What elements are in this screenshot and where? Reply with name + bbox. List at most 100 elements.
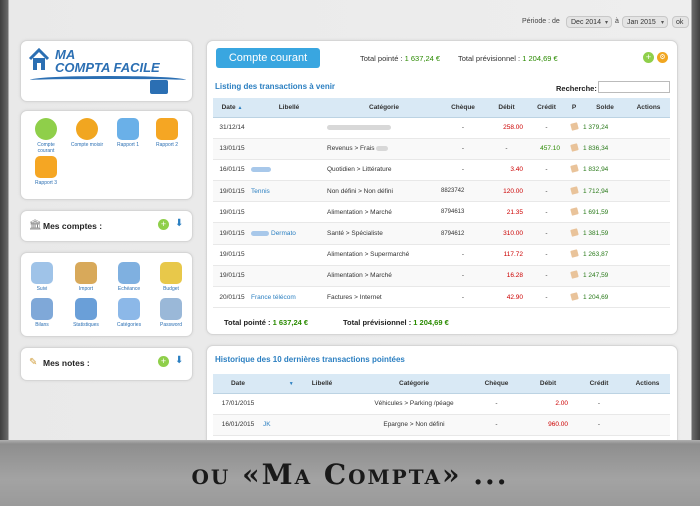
chart-icon <box>31 262 53 284</box>
col-categorie[interactable]: Catégorie <box>358 374 470 394</box>
col-date[interactable]: Date <box>213 374 263 394</box>
tool-categories[interactable]: Catégories <box>113 298 145 328</box>
col-p[interactable]: P <box>565 98 583 118</box>
table-header-row: Date ▲ Libellé Catégorie Chèque Débit Cr… <box>213 98 670 118</box>
compte-moisir-tile[interactable]: Compte moisir <box>70 118 104 148</box>
history-header-row: Date ▼ Libellé Catégorie Chèque Débit Cr… <box>213 374 670 394</box>
mes-notes-title: Mes notes : <box>43 358 90 368</box>
house-icon <box>28 47 50 72</box>
tool-bilans[interactable]: Bilans <box>26 298 58 328</box>
upcoming-transactions-table: Date ▲ Libellé Catégorie Chèque Débit Cr… <box>213 98 670 309</box>
footer-total-pointe: Total pointé : 1 637,24 € <box>224 318 309 327</box>
blurred-text <box>251 167 271 173</box>
rapport-2-tile[interactable]: Rapport 2 <box>150 118 184 148</box>
col-credit[interactable]: Crédit <box>528 98 565 118</box>
table-row[interactable]: 16/01/2015 JK Epargne > Non défini -960.00- <box>213 414 670 436</box>
point-icon <box>569 228 579 237</box>
key-icon <box>160 298 182 320</box>
folder-orange-icon <box>35 156 57 178</box>
search-label: Recherche: <box>556 84 597 93</box>
search-input[interactable] <box>598 81 670 93</box>
tool-echeance[interactable]: Echéance <box>113 262 145 292</box>
listing-title: Listing des transactions à venir <box>215 82 336 91</box>
table-row[interactable]: 20/01/15 France télécom Factures > Interne… <box>213 286 670 309</box>
point-icon <box>569 164 579 174</box>
col-debit[interactable]: Débit <box>523 374 573 394</box>
period-from-select[interactable]: Dec 2014 ▾ <box>566 16 612 28</box>
table-row[interactable]: 19/01/15 Alimentation > Marché -16.28-1 24… <box>213 265 670 288</box>
notes-icon: ✎ <box>29 357 38 368</box>
header-total-pointe: Total pointé : 1 637,24 € <box>360 54 441 63</box>
table-row[interactable]: 17/01/2015 Véhicules > Parking /péage -2.0… <box>213 393 670 415</box>
ledger-icon <box>31 298 53 320</box>
blurred-text <box>327 124 391 130</box>
col-actions: Actions <box>627 98 670 118</box>
mes-comptes-title: Mes comptes : <box>43 221 103 231</box>
table-row[interactable]: 19/01/15 Dermato Santé > Spécialiste 879461… <box>213 222 670 245</box>
add-note-icon[interactable]: + <box>158 356 169 367</box>
point-icon <box>569 185 579 195</box>
table-row[interactable]: 19/01/15 Alimentation > Marché 8794613 21.3… <box>213 201 670 224</box>
rapport-3-tile[interactable]: Rapport 3 <box>29 156 63 186</box>
period-from-value: Dec 2014 <box>571 19 601 26</box>
money-bag-icon <box>76 118 98 140</box>
download-icon[interactable]: ⬇ <box>175 355 183 366</box>
col-actions: Actions <box>625 374 670 394</box>
header-total-prev: Total prévisionnel : 1 204,69 € <box>458 54 558 63</box>
period-to-select[interactable]: Jan 2015 ▾ <box>622 16 668 28</box>
pie-chart-icon <box>75 298 97 320</box>
col-solde[interactable]: Solde <box>583 98 627 118</box>
sort-desc-icon: ▼ <box>288 380 294 387</box>
table-row[interactable]: 13/01/15 Revenus > Frais - -457.10 1 836,34 <box>213 138 670 160</box>
period-to-value: Jan 2015 <box>627 19 656 26</box>
table-row[interactable]: 31/12/14-258.00-1 379,24 <box>213 117 670 139</box>
settings-icon[interactable]: ⚙ <box>657 52 668 63</box>
account-badge[interactable]: Compte courant <box>216 48 320 68</box>
col-libelle[interactable]: Libellé <box>251 98 327 118</box>
calendar-icon <box>118 262 140 284</box>
point-icon <box>569 143 579 153</box>
col-debit[interactable]: Débit <box>485 98 528 118</box>
box-icon <box>75 262 97 284</box>
point-icon <box>569 291 579 301</box>
col-date[interactable]: Date ▲ <box>213 98 251 118</box>
col-cheque[interactable]: Chèque <box>441 98 485 118</box>
tool-suivi[interactable]: Suivi <box>26 262 58 292</box>
col-credit[interactable]: Crédit <box>573 374 625 394</box>
folder-orange-icon <box>156 118 178 140</box>
caption-text: ou «Ma Compta» ... <box>191 458 509 491</box>
point-icon <box>569 122 579 131</box>
compte-courant-tile[interactable]: Compte courant <box>29 118 63 154</box>
point-icon <box>569 249 579 259</box>
col-categorie[interactable]: Catégorie <box>327 98 441 118</box>
blurred-text <box>376 146 389 152</box>
wallet-icon <box>150 80 168 94</box>
tool-import[interactable]: Import <box>70 262 102 292</box>
sort-asc-icon: ▲ <box>237 104 243 111</box>
download-icon[interactable]: ⬇ <box>175 218 183 229</box>
period-label: Période : de <box>522 18 560 25</box>
footer-total-prev: Total prévisionnel : 1 204,69 € <box>343 318 449 327</box>
table-row[interactable]: 16/01/15 Quotidien > Littérature -3.40-1 8… <box>213 159 670 182</box>
table-row[interactable]: 19/01/15 Alimentation > Supermarché -117.7… <box>213 244 670 266</box>
tool-budget[interactable]: Budget <box>155 262 187 292</box>
tool-statistiques[interactable]: Statistiques <box>70 298 102 328</box>
table-row[interactable]: 19/01/15 Tennis Non défini > Non défini 882… <box>213 180 670 203</box>
history-table: Date ▼ Libellé Catégorie Chèque Débit Cr… <box>213 374 670 436</box>
bank-icon: 🏛 <box>29 220 42 231</box>
folder-blue-icon <box>117 118 139 140</box>
point-icon <box>569 270 579 280</box>
period-to-label: à <box>615 18 619 25</box>
col-libelle[interactable]: ▼ Libellé <box>263 374 358 394</box>
tool-password[interactable]: Password <box>155 298 187 328</box>
bars-icon <box>160 262 182 284</box>
rapport-1-tile[interactable]: Rapport 1 <box>111 118 145 148</box>
add-transaction-icon[interactable]: + <box>643 52 654 63</box>
add-account-icon[interactable]: + <box>158 219 169 230</box>
piggy-bank-icon <box>35 118 57 140</box>
period-ok-button[interactable]: ok <box>672 16 689 28</box>
chevron-down-icon: ▾ <box>660 20 664 26</box>
col-cheque[interactable]: Chèque <box>470 374 523 394</box>
history-title: Historique des 10 dernières transactions… <box>215 355 405 364</box>
categories-icon <box>118 298 140 320</box>
